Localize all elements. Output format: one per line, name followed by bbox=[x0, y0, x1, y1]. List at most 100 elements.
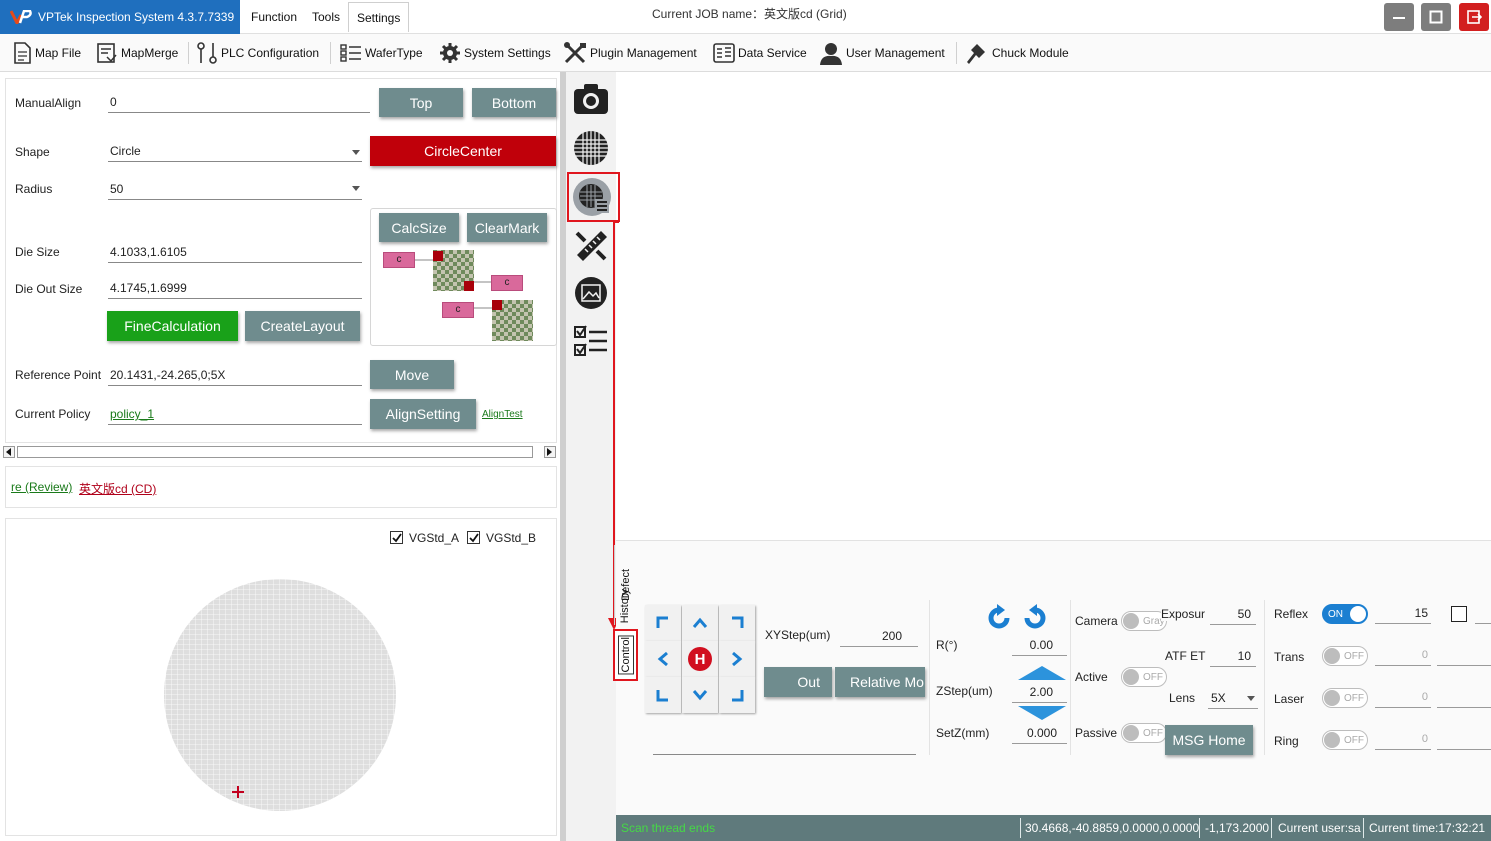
jog-home-button[interactable]: H bbox=[682, 641, 718, 677]
vgstd-b-checkbox[interactable] bbox=[467, 531, 480, 544]
active-toggle[interactable]: OFF bbox=[1121, 667, 1167, 687]
calibration-view-button[interactable] bbox=[573, 227, 609, 266]
wafertype-button[interactable]: WaferType bbox=[340, 34, 423, 72]
setz-input[interactable]: 0.000 bbox=[1012, 724, 1067, 744]
jog-down-left-button[interactable] bbox=[645, 677, 681, 713]
horizontal-scrollbar[interactable] bbox=[3, 445, 558, 459]
jog-left-button[interactable] bbox=[645, 641, 681, 677]
jog-up-right-button[interactable] bbox=[719, 605, 755, 641]
tab-history[interactable]: History bbox=[614, 585, 636, 627]
rotate-cw-button[interactable] bbox=[1021, 604, 1049, 635]
fine-calculation-button[interactable]: FineCalculation bbox=[107, 311, 238, 341]
passive-toggle-text: OFF bbox=[1143, 727, 1163, 739]
tab-control[interactable]: Control bbox=[613, 629, 638, 681]
msg-home-button[interactable]: MSG Home bbox=[1165, 725, 1253, 755]
move-button[interactable]: Move bbox=[370, 360, 454, 389]
menu-function[interactable]: Function bbox=[243, 2, 305, 32]
align-test-link[interactable]: AlignTest bbox=[482, 409, 523, 420]
xystep-input[interactable]: 200 bbox=[840, 627, 918, 647]
scroll-left-button[interactable] bbox=[3, 446, 15, 458]
jog-up-button[interactable] bbox=[682, 605, 718, 641]
rotate-ccw-button[interactable] bbox=[985, 604, 1013, 635]
maximize-button[interactable] bbox=[1421, 3, 1451, 31]
plc-configuration-button[interactable]: PLC Configuration bbox=[196, 34, 319, 72]
ring-input[interactable]: 0 bbox=[1375, 730, 1431, 750]
laser-extra-input[interactable] bbox=[1437, 688, 1491, 708]
die-out-size-input[interactable]: 4.1745,1.6999 bbox=[108, 279, 362, 299]
toggle-knob bbox=[1350, 606, 1366, 622]
file-icon bbox=[14, 42, 31, 64]
passive-toggle[interactable]: OFF bbox=[1121, 723, 1167, 743]
menu-settings[interactable]: Settings bbox=[348, 2, 410, 32]
plugin-management-button[interactable]: Plugin Management bbox=[563, 34, 697, 72]
exposure-input[interactable]: 50 bbox=[1210, 605, 1256, 625]
review-link[interactable]: re (Review) bbox=[11, 480, 72, 494]
atf-et-input[interactable]: 10 bbox=[1210, 647, 1256, 667]
radius-select[interactable]: 50 bbox=[108, 180, 362, 200]
laser-input[interactable]: 0 bbox=[1375, 688, 1431, 708]
system-settings-button[interactable]: System Settings bbox=[439, 34, 551, 72]
vgstd-a-checkbox[interactable] bbox=[390, 531, 403, 544]
wafer-map[interactable] bbox=[160, 575, 400, 815]
reflex-extra-input[interactable] bbox=[1475, 604, 1491, 624]
clear-mark-button[interactable]: ClearMark bbox=[467, 213, 547, 242]
die-size-input[interactable]: 4.1033,1.6105 bbox=[108, 243, 362, 263]
minimize-button[interactable] bbox=[1384, 3, 1414, 31]
wafer-view-button[interactable] bbox=[573, 130, 609, 169]
chuck-module-button[interactable]: Chuck Module bbox=[965, 34, 1069, 72]
exit-button[interactable] bbox=[1459, 3, 1489, 31]
map-file-button[interactable]: Map File bbox=[12, 34, 81, 72]
circle-center-button[interactable]: CircleCenter bbox=[370, 136, 556, 166]
reference-point-input[interactable]: 20.1431,-24.265,0;5X bbox=[108, 366, 362, 386]
reflex-checkbox[interactable] bbox=[1451, 606, 1467, 622]
camera-view-button[interactable] bbox=[573, 83, 609, 118]
status-divider bbox=[1363, 818, 1364, 838]
shape-select[interactable]: Circle bbox=[108, 142, 362, 162]
zstep-input[interactable]: 2.00 bbox=[1012, 683, 1067, 703]
image-view-button[interactable] bbox=[574, 276, 608, 313]
laser-toggle[interactable]: OFF bbox=[1322, 688, 1368, 708]
reflex-toggle[interactable]: ON bbox=[1322, 604, 1368, 624]
camera-icon bbox=[574, 84, 608, 114]
bottom-button[interactable]: Bottom bbox=[472, 88, 556, 117]
calc-size-button[interactable]: CalcSize bbox=[379, 213, 459, 242]
mark-point bbox=[464, 281, 474, 291]
current-policy-link[interactable]: policy_1 bbox=[108, 405, 362, 425]
create-layout-button[interactable]: CreateLayout bbox=[245, 311, 360, 341]
chevron-down-icon bbox=[352, 186, 360, 191]
alignment-view-button[interactable] bbox=[572, 177, 612, 220]
data-service-button[interactable]: Data Service bbox=[713, 34, 807, 72]
user-management-button[interactable]: User Management bbox=[819, 34, 945, 72]
ring-label: Ring bbox=[1274, 734, 1299, 748]
reflex-input[interactable]: 15 bbox=[1375, 604, 1431, 624]
plc-icon bbox=[197, 42, 217, 64]
top-button[interactable]: Top bbox=[379, 88, 463, 117]
scroll-thumb[interactable] bbox=[17, 446, 533, 458]
menu-tools[interactable]: Tools bbox=[304, 2, 348, 32]
job-link[interactable]: 英文版cd (CD) bbox=[79, 480, 156, 497]
out-button[interactable]: Out bbox=[764, 667, 832, 697]
manual-align-input[interactable]: 0 bbox=[108, 93, 370, 113]
reflex-toggle-text: ON bbox=[1328, 608, 1343, 620]
shape-value: Circle bbox=[110, 144, 141, 158]
trans-extra-input[interactable] bbox=[1437, 646, 1491, 666]
r-input[interactable]: 0.00 bbox=[1012, 636, 1067, 656]
mapmerge-button[interactable]: MapMerge bbox=[96, 34, 178, 72]
toggle-knob bbox=[1123, 669, 1139, 685]
jog-up-left-button[interactable] bbox=[645, 605, 681, 641]
checkmark-icon bbox=[391, 532, 402, 542]
checklist-view-button[interactable] bbox=[574, 325, 608, 362]
z-down-button[interactable] bbox=[1018, 706, 1066, 723]
manual-align-label: ManualAlign bbox=[15, 96, 82, 110]
jog-right-button[interactable] bbox=[719, 641, 755, 677]
ring-toggle[interactable]: OFF bbox=[1322, 730, 1368, 750]
trans-input[interactable]: 0 bbox=[1375, 646, 1431, 666]
jog-down-right-button[interactable] bbox=[719, 677, 755, 713]
relative-move-button[interactable]: Relative Mo bbox=[835, 667, 925, 697]
align-setting-button[interactable]: AlignSetting bbox=[370, 399, 476, 429]
scroll-right-button[interactable] bbox=[544, 446, 556, 458]
z-up-button[interactable] bbox=[1018, 666, 1066, 683]
trans-toggle[interactable]: OFF bbox=[1322, 646, 1368, 666]
jog-down-button[interactable] bbox=[682, 677, 718, 713]
ring-extra-input[interactable] bbox=[1437, 730, 1491, 750]
